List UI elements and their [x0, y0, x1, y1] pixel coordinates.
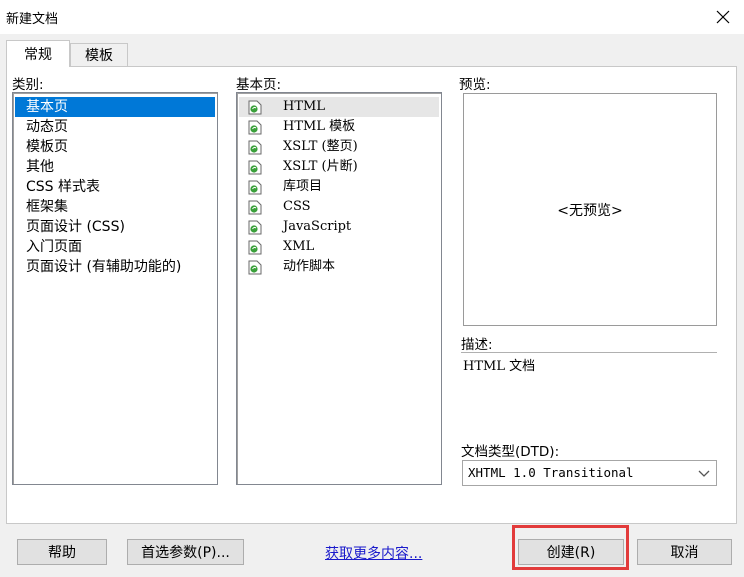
preview-placeholder: <无预览>	[557, 202, 623, 219]
category-item-starter-pages[interactable]: 入门页面	[15, 237, 82, 257]
page-item-xslt-full[interactable]: XSLT (整页)	[239, 137, 439, 157]
page-item-label: JavaScript	[283, 219, 352, 234]
cancel-button[interactable]: 取消	[637, 539, 732, 565]
page-icon	[248, 160, 262, 175]
category-label: 类别:	[12, 77, 44, 93]
close-icon	[716, 10, 730, 24]
chevron-down-icon	[698, 470, 710, 477]
page-icon	[248, 100, 262, 115]
page-item-html-template[interactable]: HTML 模板	[239, 117, 439, 137]
page-item-library-item[interactable]: 库项目	[239, 177, 439, 197]
tab-templates[interactable]: 模板	[70, 43, 128, 66]
tab-general[interactable]: 常规	[6, 40, 70, 67]
page-item-label: 动作脚本	[283, 259, 336, 274]
category-item-css-stylesheet[interactable]: CSS 样式表	[15, 177, 100, 197]
category-list[interactable]: 基本页 动态页 模板页 其他 CSS 样式表 框架集 页面设计 (CSS) 入门…	[12, 92, 218, 485]
page-item-label: XSLT (片断)	[283, 159, 358, 174]
description-box: HTML 文档	[461, 352, 717, 428]
basic-page-label: 基本页:	[236, 77, 282, 93]
category-item-basic-page[interactable]: 基本页	[15, 97, 215, 117]
page-item-label: XML	[283, 239, 315, 254]
doctype-value: XHTML 1.0 Transitional	[468, 465, 634, 480]
page-item-label: XSLT (整页)	[283, 139, 358, 154]
page-icon	[248, 200, 262, 215]
page-icon	[248, 220, 262, 235]
close-button[interactable]	[708, 4, 738, 30]
page-icon	[248, 140, 262, 155]
doctype-select[interactable]: XHTML 1.0 Transitional	[462, 460, 717, 486]
page-item-html[interactable]: HTML	[239, 97, 439, 117]
page-icon	[248, 120, 262, 135]
page-icon	[248, 240, 262, 255]
page-item-actionscript[interactable]: 动作脚本	[239, 257, 439, 277]
page-item-label: HTML	[283, 99, 325, 114]
description-text: HTML 文档	[463, 359, 536, 374]
category-item-frameset[interactable]: 框架集	[15, 197, 68, 217]
category-item-other[interactable]: 其他	[15, 157, 54, 177]
category-item-page-design-accessible[interactable]: 页面设计 (有辅助功能的)	[15, 257, 181, 277]
category-item-template-page[interactable]: 模板页	[15, 137, 68, 157]
highlight-box	[512, 525, 629, 570]
help-button[interactable]: 帮助	[17, 539, 107, 565]
page-icon	[248, 260, 262, 275]
page-item-javascript[interactable]: JavaScript	[239, 217, 439, 237]
basic-page-list[interactable]: HTML HTML 模板 XSLT (整页) XSLT (片断) 库项目 CSS…	[236, 92, 442, 485]
page-item-label: 库项目	[283, 179, 323, 194]
page-item-xml[interactable]: XML	[239, 237, 439, 257]
preview-box: <无预览>	[463, 93, 717, 326]
description-label: 描述:	[461, 337, 493, 353]
page-item-xslt-fragment[interactable]: XSLT (片断)	[239, 157, 439, 177]
category-item-page-design-css[interactable]: 页面设计 (CSS)	[15, 217, 125, 237]
preferences-button[interactable]: 首选参数(P)...	[127, 539, 244, 565]
doctype-label: 文档类型(DTD):	[461, 444, 560, 460]
page-item-label: HTML 模板	[283, 119, 356, 134]
category-item-dynamic-page[interactable]: 动态页	[15, 117, 68, 137]
get-more-content-link[interactable]: 获取更多内容...	[325, 543, 422, 563]
window-title: 新建文档	[6, 12, 59, 27]
page-item-css[interactable]: CSS	[239, 197, 439, 217]
title-bar: 新建文档	[0, 0, 744, 34]
page-icon	[248, 180, 262, 195]
preview-label: 预览:	[459, 77, 491, 93]
page-item-label: CSS	[283, 199, 311, 214]
